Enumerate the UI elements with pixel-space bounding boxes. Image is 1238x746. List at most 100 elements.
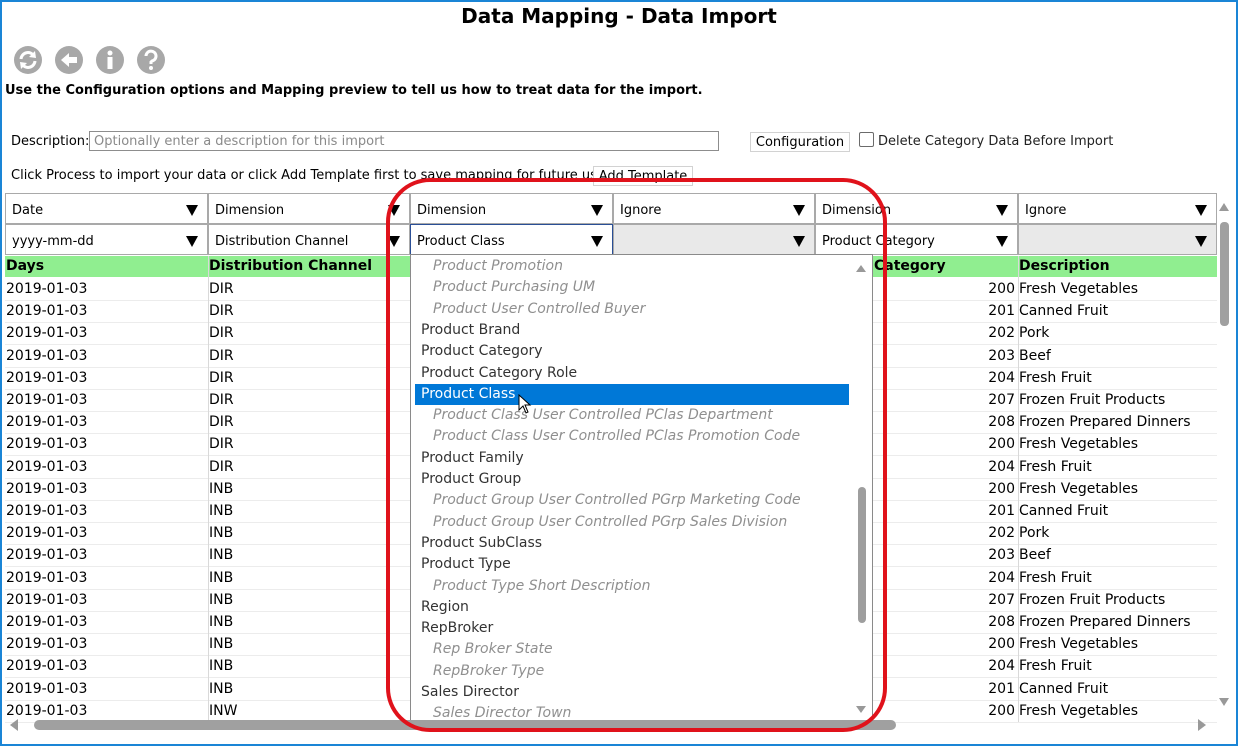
table-cell: INB [209,658,234,675]
dropdown-option[interactable]: Product Group [415,469,849,490]
info-icon[interactable] [95,45,125,75]
table-cell: Canned Fruit [1019,680,1109,697]
table-cell: 2019-01-03 [6,303,88,320]
table-cell: 2019-01-03 [6,702,88,719]
dropdown-option[interactable]: Product Brand [415,320,849,341]
back-icon[interactable] [54,45,84,75]
column-type-select[interactable]: Date [5,193,208,224]
column-type-select[interactable]: Dimension [815,193,1018,224]
dropdown-option[interactable]: Product Group User Controlled PGrp Marke… [415,490,849,511]
dropdown-option[interactable]: Product Category [415,341,849,362]
table-cell: DIR [209,436,234,453]
instructions-text: Use the Configuration options and Mappin… [5,83,703,98]
vertical-scroll-thumb[interactable] [1220,222,1229,326]
table-cell: INB [209,503,234,519]
table-cell: Fresh Vegetables [1019,281,1139,297]
delete-category-label: Delete Category Data Before Import [878,134,1114,149]
table-cell: INB [209,614,234,630]
table-cell: Frozen Fruit Products [1019,591,1166,608]
delete-category-checkbox[interactable] [859,132,874,147]
table-cell: INW [209,702,238,719]
dropdown-option[interactable]: Product Group User Controlled PGrp Sales… [415,512,849,533]
scroll-down-icon[interactable] [856,706,866,713]
table-cell: Canned Fruit [1019,303,1109,320]
column-type-select[interactable]: Ignore [1018,193,1217,224]
table-cell: 2019-01-03 [6,636,88,653]
table-cell: Frozen Prepared Dinners [1019,414,1191,431]
add-template-button[interactable]: Add Template [593,166,693,186]
table-cell: 2019-01-03 [6,614,88,630]
dropdown-option[interactable]: Product Purchasing UM [415,277,849,298]
dimension-dropdown-list[interactable]: Product Promotion Product Purchasing UM Pr… [410,254,873,726]
scroll-up-icon[interactable] [1219,203,1229,211]
table-cell: Fresh Vegetables [1019,702,1139,719]
table-cell: DIR [209,325,234,342]
refresh-icon[interactable] [13,45,43,75]
table-cell: 2019-01-03 [6,458,88,475]
table-cell: Fresh Vegetables [1019,436,1139,453]
column-format-select[interactable]: Product Category [815,224,1018,255]
table-cell: 2019-01-03 [6,591,88,608]
table-cell: INB [209,525,234,542]
description-label: Description: [11,134,90,149]
table-cell: DIR [209,281,234,297]
dropdown-option[interactable]: Product Type [415,554,849,575]
scroll-down-icon[interactable] [1219,698,1229,706]
scroll-up-icon[interactable] [856,265,866,272]
description-input[interactable] [89,131,719,151]
table-cell: DIR [209,458,234,475]
table-cell: DIR [209,414,234,431]
table-cell: INB [209,480,234,497]
table-cell: Beef [1019,347,1051,364]
dropdown-option[interactable]: RepBroker [415,618,849,639]
table-cell: DIR [209,369,234,386]
column-type-select[interactable]: Dimension [410,193,613,224]
column-type-select[interactable]: Ignore [613,193,815,224]
grid-line [1018,256,1019,722]
table-cell: Pork [1019,525,1050,542]
dropdown-option[interactable]: Product User Controlled Buyer [415,299,849,320]
table-cell: 2019-01-03 [6,392,88,408]
table-cell: 2019-01-03 [6,480,88,497]
dropdown-option[interactable]: Product Family [415,448,849,469]
dropdown-option[interactable]: Product Promotion [415,256,849,277]
table-cell: DIR [209,303,234,320]
table-cell: INB [209,591,234,608]
scroll-right-icon[interactable] [1198,719,1206,731]
scroll-left-icon[interactable] [10,719,18,731]
dropdown-option[interactable]: Product Class User Controlled PClas Prom… [415,426,849,447]
dropdown-option[interactable]: Rep Broker State [415,639,849,660]
column-type-select[interactable]: Dimension [208,193,410,224]
table-cell: Fresh Fruit [1019,369,1092,386]
column-format-select[interactable]: Distribution Channel [208,224,410,255]
dropdown-option[interactable]: Product Type Short Description [415,576,849,597]
table-cell: Fresh Fruit [1019,458,1092,475]
column-format-select[interactable] [613,224,815,255]
dropdown-option[interactable]: Region [415,597,849,618]
table-cell: 2019-01-03 [6,658,88,675]
table-cell: Frozen Prepared Dinners [1019,614,1191,630]
table-cell: Pork [1019,325,1050,342]
dropdown-scrollbar[interactable] [852,255,872,725]
horizontal-scroll-thumb[interactable] [34,720,896,730]
column-format-select[interactable] [1018,224,1217,255]
column-format-select-active[interactable]: Product Class [410,224,613,255]
dropdown-option[interactable]: Product Class User Controlled PClas Depa… [415,405,849,426]
table-cell: INB [209,547,234,564]
table-cell: 2019-01-03 [6,680,88,697]
dropdown-scroll-thumb[interactable] [858,487,866,623]
dropdown-option[interactable]: Product SubClass [415,533,849,554]
table-cell: DIR [209,347,234,364]
dropdown-option[interactable]: Sales Director [415,682,849,703]
table-cell: Frozen Fruit Products [1019,392,1166,408]
table-cell: Fresh Vegetables [1019,636,1139,653]
column-format-select[interactable]: yyyy-mm-dd [5,224,208,255]
process-instructions: Click Process to import your data or cli… [11,168,610,183]
configuration-button[interactable]: Configuration [750,132,850,152]
column-type-row: Date Dimension Dimension Ignore Dimensio… [5,193,1217,224]
table-cell: Fresh Fruit [1019,658,1092,675]
dropdown-option[interactable]: Product Category Role [415,363,849,384]
dropdown-option-selected[interactable]: Product Class [415,383,849,405]
help-icon[interactable] [136,45,166,75]
dropdown-option[interactable]: RepBroker Type [415,661,849,682]
